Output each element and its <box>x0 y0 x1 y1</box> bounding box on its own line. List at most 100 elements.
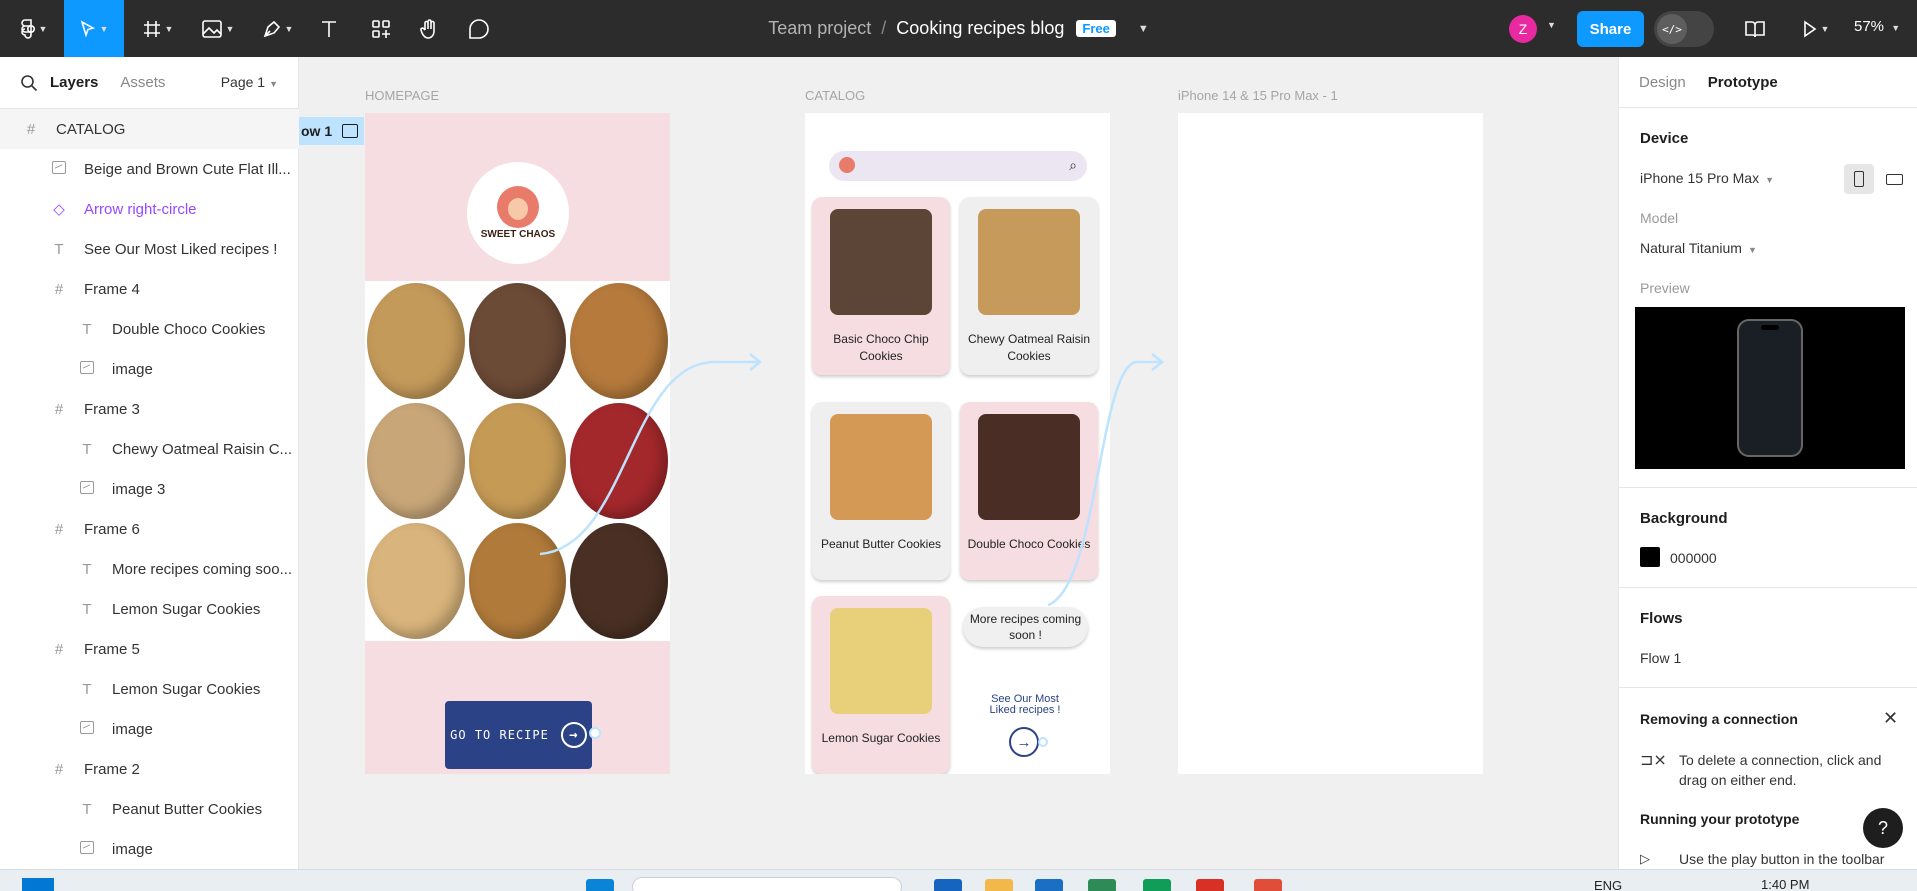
go-to-recipe-button[interactable]: GO TO RECIPE → <box>445 701 592 769</box>
flow-item[interactable]: Flow 1 <box>1640 650 1681 666</box>
layer-label: image <box>112 360 153 378</box>
layer-row[interactable]: Beige and Brown Cute Flat Ill... <box>0 149 299 189</box>
recipe-card[interactable]: Peanut Butter Cookies <box>812 402 950 580</box>
tab-prototype[interactable]: Prototype <box>1708 74 1778 91</box>
taskbar-search[interactable] <box>632 877 902 891</box>
recipe-card[interactable]: Basic Choco Chip Cookies <box>812 197 950 375</box>
cookie-image <box>570 283 668 399</box>
layer-row[interactable]: T See Our Most Liked recipes ! <box>0 229 299 269</box>
device-heading: Device <box>1640 130 1689 147</box>
recipe-card[interactable]: Lemon Sugar Cookies <box>812 596 950 774</box>
device-select[interactable]: iPhone 15 Pro Max ▼ <box>1640 170 1774 186</box>
layer-row[interactable]: T More recipes coming soo... <box>0 549 299 589</box>
layer-row[interactable]: # Frame 3 <box>0 389 299 429</box>
model-select[interactable]: Natural Titanium ▼ <box>1640 240 1757 256</box>
user-avatar[interactable]: Z <box>1509 15 1537 43</box>
info-title: Removing a connection <box>1640 711 1798 727</box>
background-color-swatch[interactable] <box>1640 547 1660 567</box>
text-tool-button[interactable] <box>314 0 344 57</box>
page-selector[interactable]: Page 1 ▼ <box>221 74 278 90</box>
device-value: iPhone 15 Pro Max <box>1640 170 1760 186</box>
properties-panel: Design Prototype Device iPhone 15 Pro Ma… <box>1618 57 1917 869</box>
figma-menu-button[interactable]: ▼ <box>14 0 54 57</box>
layer-row[interactable]: T Lemon Sugar Cookies <box>0 669 299 709</box>
zoom-control[interactable]: 57% ▼ <box>1854 18 1900 35</box>
layer-row[interactable]: image 3 <box>0 469 299 509</box>
catalog-search-bar[interactable]: ⌕ <box>829 151 1087 181</box>
frame-label-catalog[interactable]: CATALOG <box>805 88 865 103</box>
language-indicator[interactable]: ENG <box>1594 878 1622 891</box>
file-name[interactable]: Cooking recipes blog <box>896 18 1064 39</box>
recipe-card[interactable]: Double Choco Cookies <box>960 402 1098 580</box>
layer-row[interactable]: # Frame 4 <box>0 269 299 309</box>
layer-row[interactable]: # Frame 2 <box>0 749 299 789</box>
search-icon[interactable] <box>20 74 38 92</box>
connection-handle[interactable] <box>589 727 601 739</box>
hand-tool-button[interactable] <box>414 0 444 57</box>
layer-row[interactable]: T Chewy Oatmeal Raisin C... <box>0 429 299 469</box>
layer-row[interactable]: # Frame 5 <box>0 629 299 669</box>
comment-tool-button[interactable] <box>464 0 494 57</box>
chevron-down-icon[interactable]: ▼ <box>1547 20 1556 30</box>
layer-row[interactable]: T Peanut Butter Cookies <box>0 789 299 829</box>
layer-row[interactable]: T Double Choco Cookies <box>0 309 299 349</box>
taskbar-app-icon[interactable] <box>1035 879 1063 891</box>
help-button[interactable]: ? <box>1863 808 1903 848</box>
dev-mode-toggle[interactable]: </> <box>1654 11 1714 47</box>
team-name[interactable]: Team project <box>768 18 871 39</box>
present-button[interactable]: ▼ <box>1796 0 1836 57</box>
title-separator: / <box>881 18 887 38</box>
arrow-right-circle-icon[interactable]: → <box>1009 727 1039 757</box>
layer-row[interactable]: # Frame 6 <box>0 509 299 549</box>
canvas[interactable]: HOMEPAGE CATALOG iPhone 14 & 15 Pro Max … <box>299 57 1618 869</box>
pen-tool-button[interactable]: ▼ <box>256 0 300 57</box>
close-icon[interactable]: ✕ <box>1883 708 1898 729</box>
taskbar-app-icon[interactable] <box>1143 879 1171 891</box>
running-text: Use the play button in the toolbar <box>1679 851 1885 867</box>
taskbar-app-icon[interactable] <box>1196 879 1224 891</box>
components-button[interactable] <box>364 0 398 57</box>
taskbar-app-icon[interactable] <box>934 879 962 891</box>
homepage-frame[interactable]: SWEET CHAOS GO TO RECIPE → <box>365 113 670 774</box>
portrait-orientation-button[interactable] <box>1844 164 1874 194</box>
components-icon <box>372 19 390 38</box>
frame-label-homepage[interactable]: HOMEPAGE <box>365 88 439 103</box>
taskbar-app-icon[interactable] <box>586 879 614 891</box>
taskbar-app-icon[interactable] <box>985 879 1013 891</box>
layer-row[interactable]: ◇ Arrow right-circle <box>0 189 299 229</box>
clock[interactable]: 1:40 PM <box>1761 877 1809 891</box>
tab-layers[interactable]: Layers <box>50 74 98 91</box>
layer-row[interactable]: # CATALOG <box>0 109 299 149</box>
image-tool-button[interactable]: ▼ <box>196 0 240 57</box>
tab-assets[interactable]: Assets <box>120 74 165 91</box>
frame-tool-button[interactable]: ▼ <box>136 0 180 57</box>
connection-handle[interactable] <box>1038 737 1048 747</box>
file-menu-chevron-icon[interactable]: ▼ <box>1138 23 1149 35</box>
taskbar-app-icon[interactable] <box>1254 879 1282 891</box>
move-tool-button[interactable]: ▼ <box>64 0 124 57</box>
text-layer-icon: T <box>82 560 92 578</box>
recipe-image <box>830 608 932 714</box>
layer-row[interactable]: image <box>0 829 299 869</box>
plan-badge[interactable]: Free <box>1076 20 1116 37</box>
layer-row[interactable]: image <box>0 709 299 749</box>
search-icon: ⌕ <box>1069 157 1077 173</box>
recipe-image <box>830 209 932 315</box>
flow-starting-point-tag[interactable]: ow 1 <box>299 117 364 145</box>
background-color-value[interactable]: 000000 <box>1670 550 1717 566</box>
pen-tool-icon <box>263 20 280 37</box>
recipe-card[interactable]: Chewy Oatmeal Raisin Cookies <box>960 197 1098 375</box>
cookie-image <box>468 403 567 519</box>
windows-start-icon[interactable] <box>22 878 54 891</box>
frame-label-iphone[interactable]: iPhone 14 & 15 Pro Max - 1 <box>1178 88 1338 103</box>
share-button[interactable]: Share <box>1577 11 1644 47</box>
library-button[interactable] <box>1740 0 1770 57</box>
layer-row[interactable]: T Lemon Sugar Cookies <box>0 589 299 629</box>
tab-design[interactable]: Design <box>1639 74 1686 91</box>
divider <box>1619 587 1917 588</box>
taskbar-app-icon[interactable] <box>1088 879 1116 891</box>
iphone-frame[interactable] <box>1178 113 1483 774</box>
layer-row[interactable]: image <box>0 349 299 389</box>
catalog-frame[interactable]: ⌕ Basic Choco Chip Cookies Chewy Oatmeal … <box>805 113 1110 774</box>
landscape-orientation-button[interactable] <box>1879 164 1909 194</box>
